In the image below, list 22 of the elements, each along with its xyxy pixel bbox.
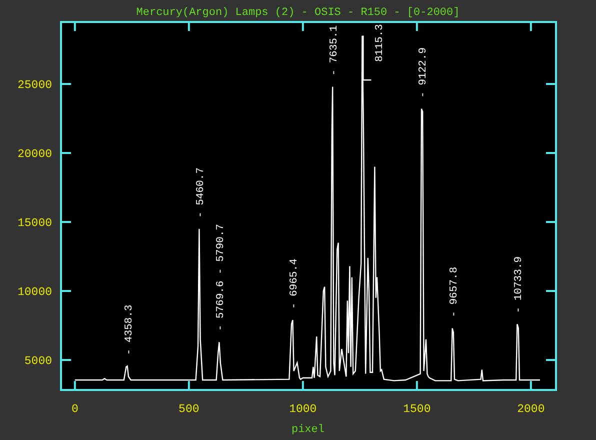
line-label: - 9122.9: [417, 47, 430, 98]
y-tick-label: 15000: [17, 216, 52, 230]
x-tick-label: 1000: [289, 403, 317, 416]
chart-title: Mercury(Argon) Lamps (2) - OSIS - R150 - [0-2000]: [136, 7, 460, 19]
line-label: - 7635.1: [328, 25, 341, 76]
line-label: - 5769.6 - 5790.7: [215, 224, 228, 332]
x-tick-label: 2000: [517, 403, 545, 416]
y-tick-label: 20000: [17, 148, 52, 161]
line-label: - 6965.4: [288, 258, 301, 309]
y-tick-label: 25000: [17, 78, 52, 92]
x-tick-label: 0: [71, 403, 78, 416]
line-label: - 4358.3: [123, 304, 136, 356]
line-label: - 9657.8: [448, 266, 460, 318]
x-tick-label: 500: [178, 403, 200, 416]
x-axis-label: pixel: [292, 424, 324, 436]
y-tick-label: 10000: [17, 286, 52, 299]
line-label: 8115.3: [374, 24, 386, 62]
x-tick-label: 1500: [403, 403, 431, 416]
y-tick-label: 5000: [24, 355, 52, 368]
leader-line: [362, 36, 372, 81]
line-label: - 5460.7: [195, 167, 208, 218]
line-label: - 10733.9: [513, 256, 526, 314]
